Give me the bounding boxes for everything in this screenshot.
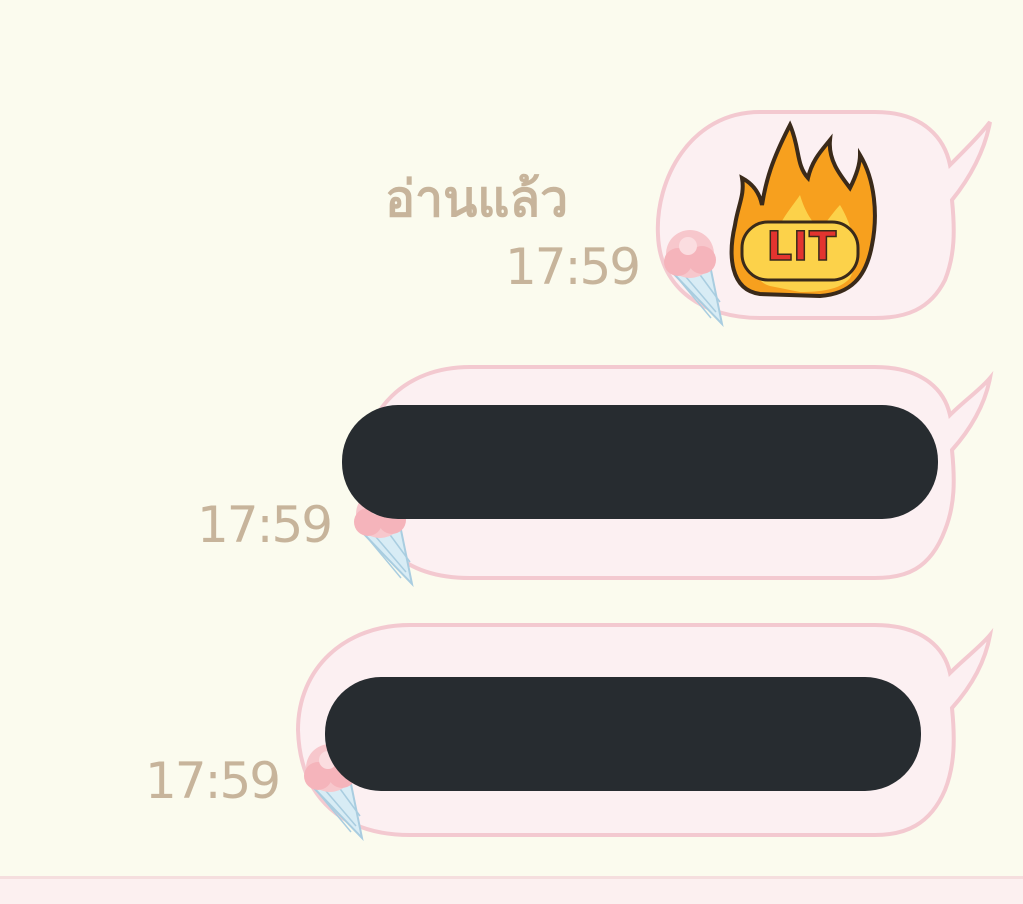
redacted-message-text bbox=[325, 677, 921, 791]
sticker-text: LIT bbox=[766, 223, 838, 271]
redacted-message-text bbox=[342, 405, 938, 519]
message-timestamp: 17:59 bbox=[505, 238, 641, 296]
message-timestamp: 17:59 bbox=[197, 496, 333, 554]
chat-area[interactable]: LIT อ่านแล้ว 17:59 17:59 17:59 bbox=[0, 0, 1023, 878]
message-timestamp: 17:59 bbox=[145, 752, 281, 810]
read-receipt-label: อ่านแล้ว bbox=[385, 170, 569, 228]
message-input-bar[interactable] bbox=[0, 876, 1023, 904]
